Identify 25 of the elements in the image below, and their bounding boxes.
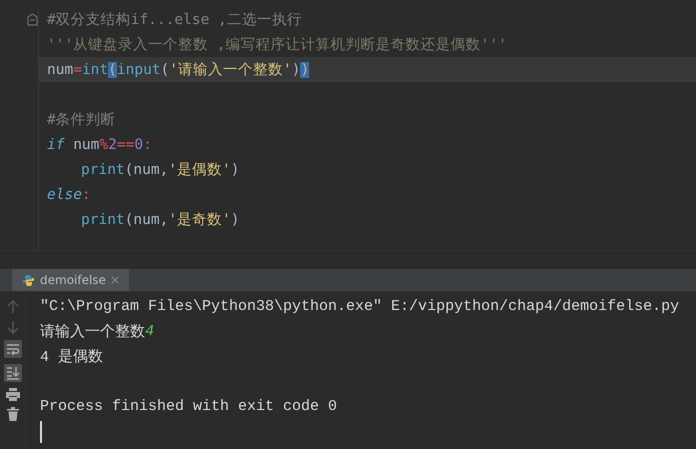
print-icon[interactable] — [6, 388, 20, 401]
matched-brace: ( — [108, 62, 117, 78]
console-output-text: Process finished with exit code 0 — [40, 398, 338, 415]
user-input-text: 4 — [145, 323, 154, 340]
down-arrow-icon[interactable] — [6, 320, 18, 334]
code-line: print(num,'是偶数') — [80, 160, 241, 180]
console-output-text: 4 是偶数 — [40, 348, 104, 366]
trash-icon[interactable] — [6, 407, 18, 421]
text-cursor — [40, 420, 42, 442]
run-tab[interactable]: demoifelse — [12, 269, 129, 291]
scroll-end-icon[interactable] — [6, 366, 20, 380]
matched-brace: ) — [300, 62, 310, 78]
wrap-icon[interactable] — [6, 343, 20, 355]
code-line: else: — [46, 186, 92, 204]
code-line: if num%2==0: — [46, 136, 153, 154]
code-line: '''从键盘录入一个整数 ,编写程序让计算机判断是奇数还是偶数''' — [46, 36, 508, 55]
code-line: print(num,'是奇数') — [80, 210, 241, 230]
python-icon — [22, 274, 35, 286]
close-icon[interactable] — [110, 276, 119, 284]
fold-icon[interactable] — [27, 13, 38, 26]
console-output-text: 请输入一个整数 — [40, 322, 145, 341]
code-line: #条件判断 — [46, 111, 117, 130]
code-line: #双分支结构if...else ,二选一执行 — [46, 11, 303, 30]
up-arrow-icon[interactable] — [6, 300, 18, 314]
console-output-text: "C:\Program Files\Python38\python.exe" E:/vippython/chap4/demoifelse.py — [40, 298, 680, 315]
